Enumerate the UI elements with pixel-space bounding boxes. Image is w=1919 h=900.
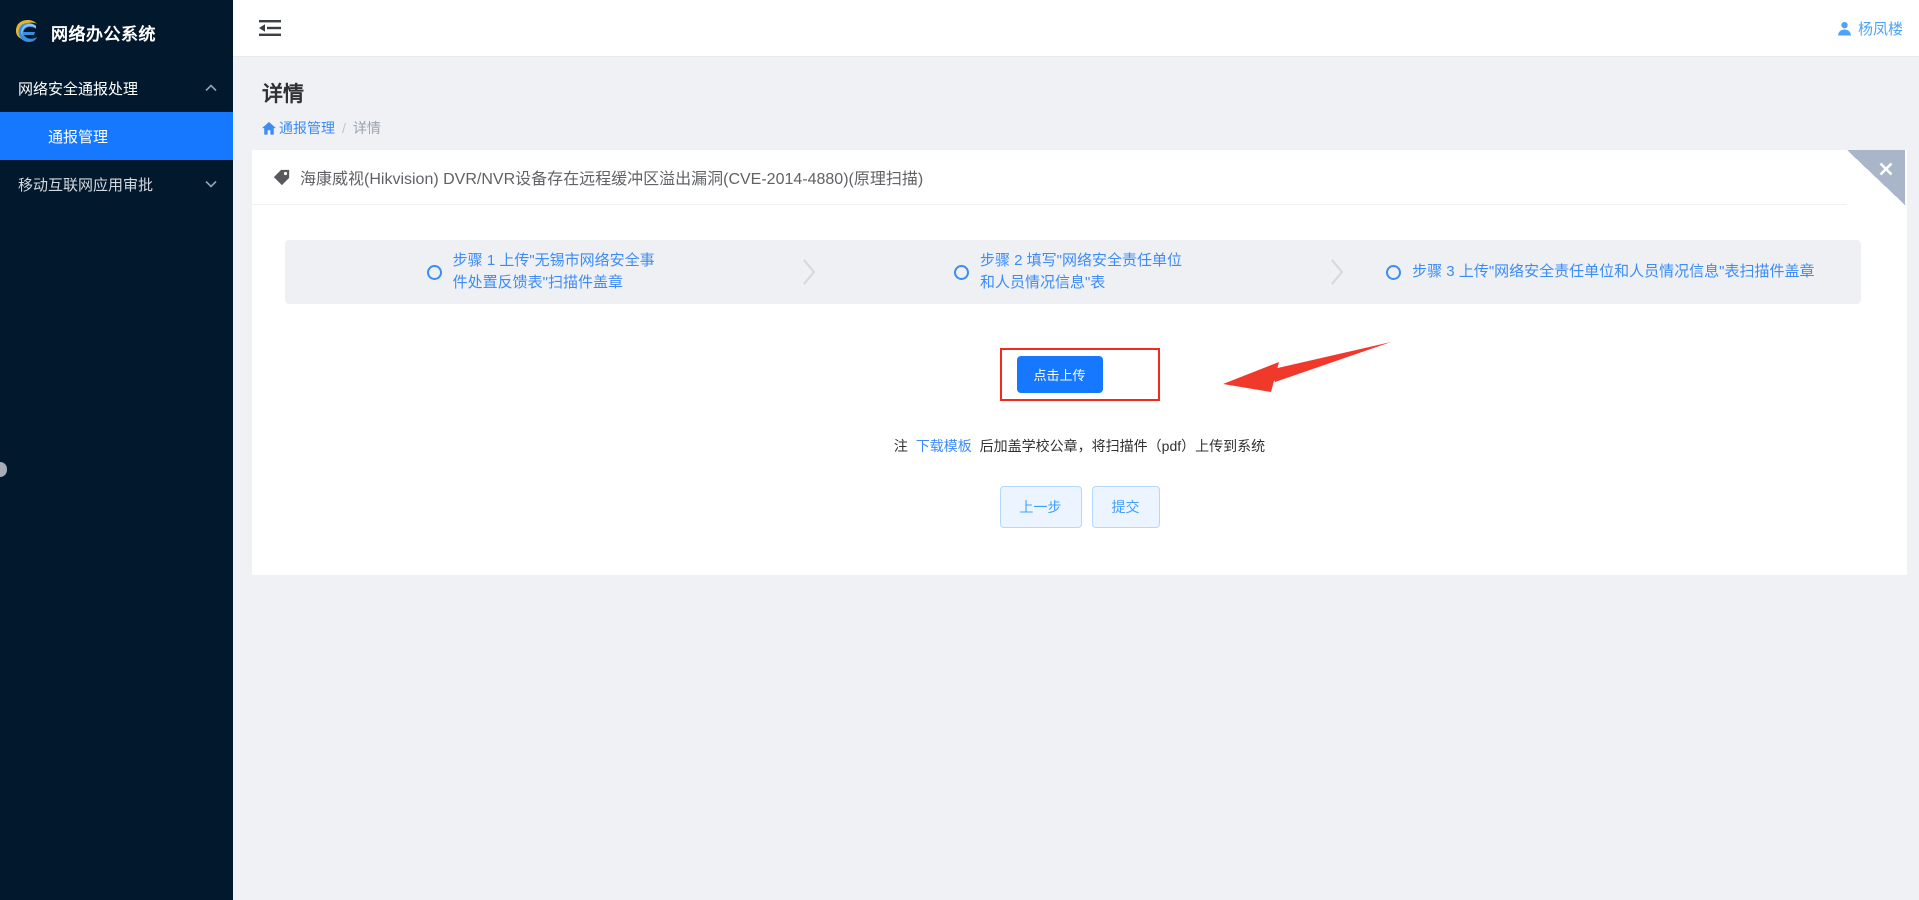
- breadcrumb-separator: /: [342, 120, 346, 136]
- note-prefix: 注: [893, 438, 908, 454]
- steps-bar: 步骤 1 上传"无锡市网络安全事件处置反馈表"扫描件盖章 步骤 2 填写"网络安…: [285, 240, 1861, 304]
- sidebar-collapse-button[interactable]: [255, 13, 285, 43]
- chevron-up-icon: [205, 84, 217, 92]
- user-icon: [1838, 21, 1851, 36]
- home-icon: [262, 121, 276, 135]
- step-1-label: 步骤 1 上传"无锡市网络安全事件处置反馈表"扫描件盖章: [452, 252, 655, 291]
- sidebar-group-mobile-app-approval[interactable]: 移动互联网应用审批: [0, 160, 233, 208]
- step-2-label: 步骤 2 填写"网络安全责任单位和人员情况信息"表: [979, 252, 1182, 291]
- close-icon: [1879, 162, 1893, 176]
- step-1-circle-icon: [426, 264, 442, 280]
- step-3: 步骤 3 上传"网络安全责任单位和人员情况信息"表扫描件盖章: [1350, 261, 1851, 283]
- step-separator: [796, 257, 822, 287]
- annotation-arrow-icon: [1222, 342, 1391, 392]
- app-logo-icon: [15, 20, 37, 42]
- user-name: 杨凤楼: [1857, 20, 1903, 38]
- sidebar-menu: 网络安全通报处理 通报管理 移动互联网应用审批: [0, 64, 233, 208]
- previous-step-button[interactable]: 上一步: [999, 486, 1082, 528]
- chevron-right-icon: [803, 259, 816, 285]
- detail-card: 海康威视(Hikvision) DVR/NVR设备存在远程缓冲区溢出漏洞(CVE…: [252, 150, 1907, 575]
- breadcrumb-current: 详情: [352, 120, 381, 136]
- sidebar: 网络办公系统 网络安全通报处理 通报管理 移动互联网应用审批: [0, 0, 233, 900]
- upload-button[interactable]: 点击上传: [1016, 356, 1103, 393]
- step-3-label: 步骤 3 上传"网络安全责任单位和人员情况信息"表扫描件盖章: [1412, 263, 1815, 281]
- chevron-right-icon: [1330, 259, 1343, 285]
- annotation-highlight-box: 点击上传: [999, 348, 1160, 401]
- page-content: 详情 通报管理 / 详情 海康威视(Hikvision) DVR/NVR设备存在…: [233, 57, 1919, 900]
- page-title: 详情: [262, 83, 304, 106]
- top-header: 杨凤楼: [233, 0, 1919, 57]
- sidebar-group-label: 移动互联网应用审批: [18, 176, 154, 194]
- breadcrumb-root-link[interactable]: 通报管理: [262, 118, 335, 138]
- close-button[interactable]: [1847, 150, 1905, 205]
- sidebar-group-label: 网络安全通报处理: [18, 80, 139, 98]
- breadcrumb-root-label: 通报管理: [279, 120, 335, 136]
- step-2-circle-icon: [953, 264, 969, 280]
- upload-note: 注 下载模板 后加盖学校公章，将扫描件（pdf）上传到系统: [252, 436, 1907, 456]
- step-3-circle-icon: [1386, 264, 1402, 280]
- app-title: 网络办公系统: [51, 24, 156, 44]
- menu-fold-icon: [259, 20, 281, 36]
- card-header: 海康威视(Hikvision) DVR/NVR设备存在远程缓冲区溢出漏洞(CVE…: [252, 150, 1907, 205]
- sidebar-group-network-security[interactable]: 网络安全通报处理: [0, 64, 233, 112]
- app-window: 网络办公系统 网络安全通报处理 通报管理 移动互联网应用审批 杨凤楼 详情 通报…: [0, 0, 1919, 900]
- chevron-down-icon: [205, 180, 217, 188]
- submit-button[interactable]: 提交: [1091, 486, 1160, 528]
- step-separator: [1324, 257, 1350, 287]
- form-actions: 上一步 提交: [252, 486, 1907, 528]
- sidebar-item-label: 通报管理: [48, 128, 109, 146]
- app-logo-row: 网络办公系统: [0, 0, 233, 64]
- step-2: 步骤 2 填写"网络安全责任单位和人员情况信息"表: [822, 250, 1323, 294]
- sidebar-item-notification-management[interactable]: 通报管理: [0, 112, 233, 160]
- download-template-link[interactable]: 下载模板: [916, 438, 972, 454]
- upload-section: 点击上传: [252, 342, 1907, 401]
- main-area: 杨凤楼 详情 通报管理 / 详情 海康威视(Hikvision) DVR/NVR…: [233, 0, 1919, 900]
- window-edge-handle[interactable]: [0, 462, 7, 477]
- tag-icon: [273, 169, 290, 185]
- note-suffix: 后加盖学校公章，将扫描件（pdf）上传到系统: [979, 438, 1266, 454]
- vulnerability-title: 海康威视(Hikvision) DVR/NVR设备存在远程缓冲区溢出漏洞(CVE…: [300, 171, 924, 188]
- user-menu[interactable]: 杨凤楼: [1837, 18, 1903, 39]
- breadcrumb: 通报管理 / 详情: [262, 118, 1907, 138]
- step-1: 步骤 1 上传"无锡市网络安全事件处置反馈表"扫描件盖章: [295, 250, 796, 294]
